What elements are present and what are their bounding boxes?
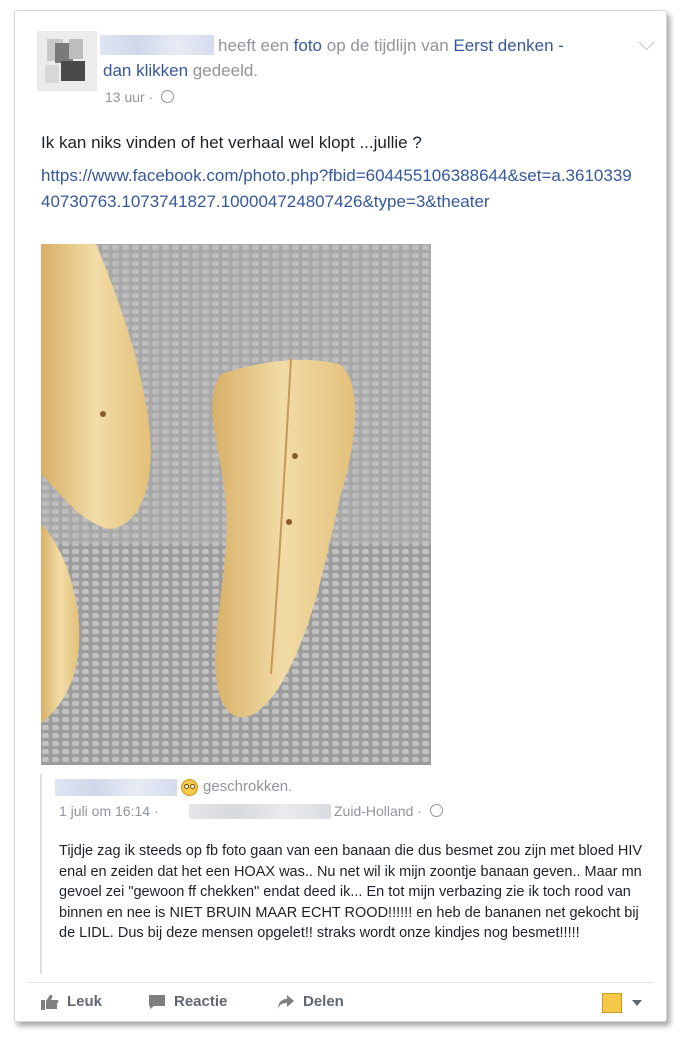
post-text: Ik kan niks vinden of het verhaal wel kl… bbox=[41, 133, 422, 152]
share-label: Delen bbox=[303, 993, 344, 1010]
post-timestamp[interactable]: 13 uur bbox=[105, 89, 145, 105]
like-label: Leuk bbox=[67, 993, 103, 1010]
post-link[interactable]: https://www.facebook.com/photo.php?fbid=… bbox=[41, 163, 641, 215]
post-meta: 13 uur · bbox=[105, 89, 175, 105]
comment-icon bbox=[149, 994, 165, 1009]
share-icon bbox=[278, 994, 294, 1009]
shared-place: Zuid-Holland · bbox=[334, 803, 443, 819]
date-separator: · bbox=[153, 803, 159, 819]
place-separator: · bbox=[417, 803, 422, 819]
shared-location-redacted bbox=[189, 804, 331, 819]
comment-button[interactable]: Reactie bbox=[148, 993, 227, 1010]
avatar[interactable] bbox=[37, 31, 97, 91]
banana-photo[interactable] bbox=[41, 244, 431, 765]
globe-icon[interactable] bbox=[161, 90, 175, 103]
page-link-continued[interactable]: dan klikken bbox=[103, 61, 188, 80]
shared-date: 1 juli om 16:14 · bbox=[59, 803, 159, 819]
reaction-selector-icon[interactable] bbox=[602, 993, 622, 1013]
shared-place-text[interactable]: Zuid-Holland bbox=[334, 803, 413, 819]
share-button[interactable]: Delen bbox=[277, 993, 344, 1010]
header-text-2: op de tijdlijn van bbox=[326, 36, 449, 55]
page-link[interactable]: Eerst denken - bbox=[453, 36, 564, 55]
divider bbox=[27, 982, 654, 983]
shared-feeling: geschrokken. bbox=[203, 778, 293, 795]
shared-post: geschrokken. 1 juli om 16:14 · Zuid-Holl… bbox=[40, 774, 642, 974]
post-card: heeft een foto op de tijdlijn van Eerst … bbox=[14, 10, 667, 1022]
shared-date-text[interactable]: 1 juli om 16:14 bbox=[59, 803, 150, 819]
comment-label: Reactie bbox=[174, 993, 228, 1010]
emoji-shocked-icon bbox=[181, 779, 198, 796]
meta-separator: · bbox=[148, 89, 154, 105]
like-button[interactable]: Leuk bbox=[41, 993, 102, 1010]
caret-down-icon[interactable] bbox=[632, 1000, 642, 1006]
action-bar: Leuk Reactie Delen bbox=[15, 989, 666, 1019]
globe-icon[interactable] bbox=[429, 804, 443, 817]
shared-body-text: Tijdje zag ik steeds op fb foto gaan van… bbox=[59, 843, 643, 941]
header-text-3: gedeeld. bbox=[192, 61, 259, 80]
shared-author-redacted[interactable] bbox=[55, 779, 177, 796]
post-header: heeft een foto op de tijdlijn van Eerst … bbox=[103, 33, 623, 83]
photo-link[interactable]: foto bbox=[294, 36, 322, 55]
chevron-down-icon[interactable] bbox=[638, 34, 655, 51]
like-icon bbox=[41, 994, 59, 1010]
header-text: heeft een bbox=[218, 36, 289, 55]
